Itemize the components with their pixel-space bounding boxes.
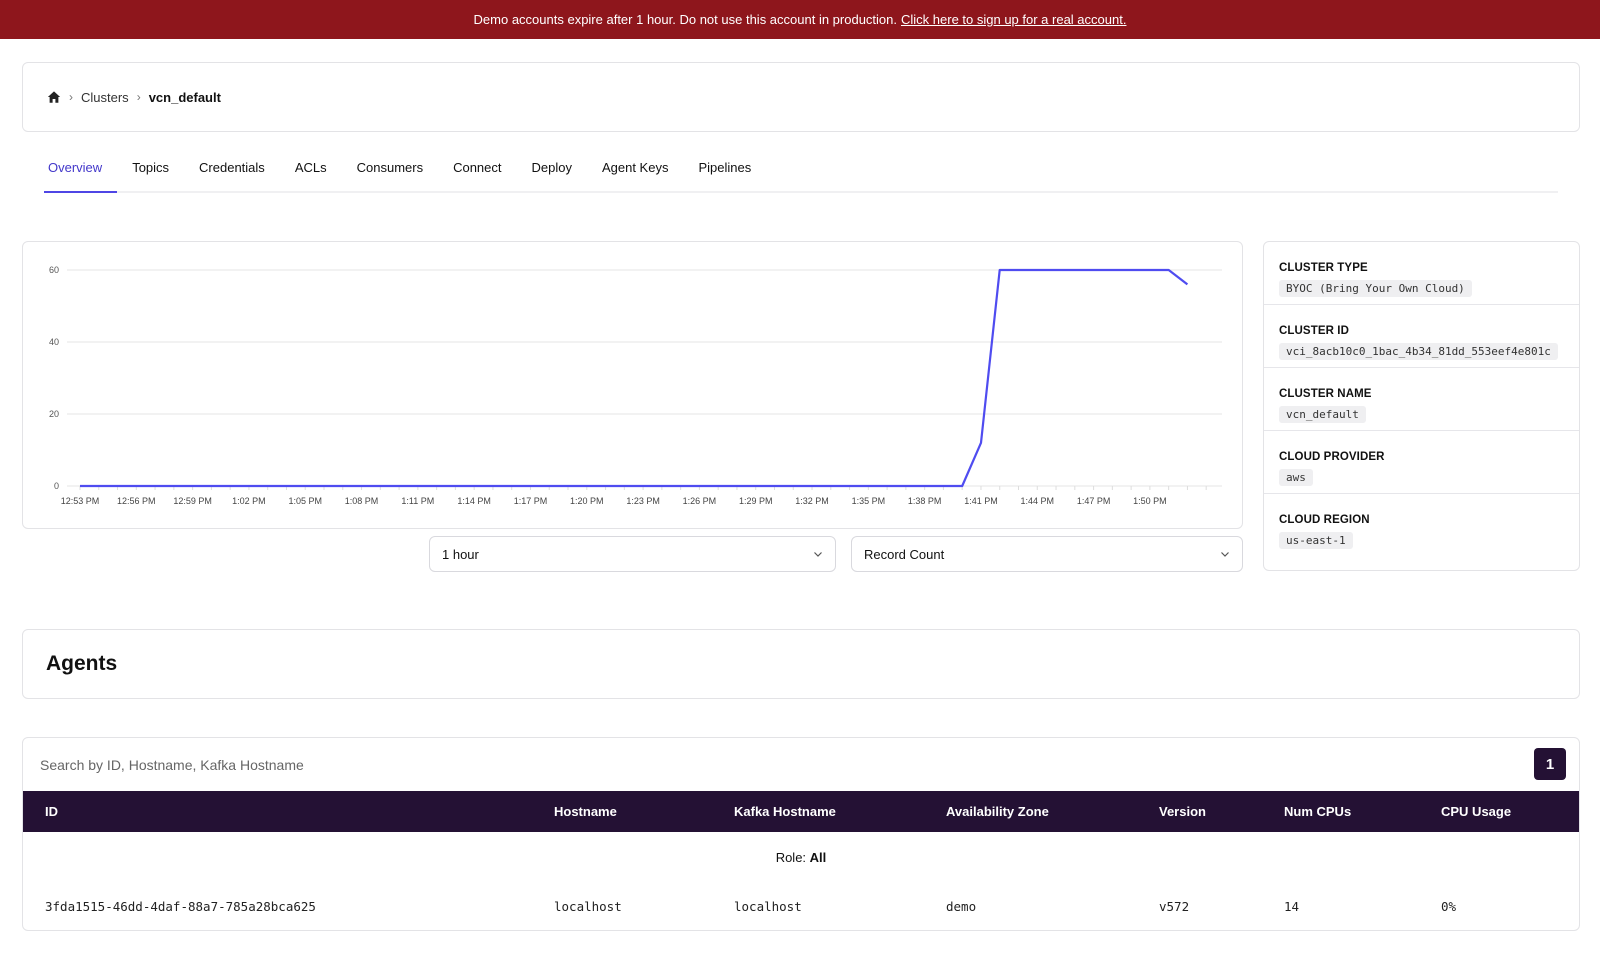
table-header: ID Hostname Kafka Hostname Availability … (23, 791, 1579, 832)
x-tick-label: 1:29 PM (739, 496, 773, 506)
x-tick-label: 1:02 PM (232, 496, 266, 506)
x-tick-label: 1:35 PM (852, 496, 886, 506)
x-tick-label: 1:17 PM (514, 496, 548, 506)
cell-hostname: localhost (554, 898, 622, 914)
cluster-name-label: CLUSTER NAME (1279, 388, 1372, 400)
tab-overview[interactable]: Overview (44, 152, 118, 193)
y-tick-label: 20 (49, 409, 59, 419)
record-count-chart: 0 20 40 60 12:53 PM 12:56 PM 12:59 PM 1:02 PM 1:… (22, 241, 1243, 529)
cluster-id-value: vci_8acb10c0_1bac_4b34_81dd_553eef4e801c (1279, 343, 1558, 360)
line-chart: 0 20 40 60 12:53 PM 12:56 PM 12:59 PM 1:02 PM 1:… (49, 265, 1222, 506)
chevron-down-icon (1221, 552, 1229, 557)
y-tick-label: 0 (54, 481, 59, 491)
cloud-region-value: us-east-1 (1279, 532, 1353, 549)
page-button-1[interactable]: 1 (1534, 748, 1566, 780)
chevron-right-icon: › (69, 90, 73, 104)
cell-num-cpus: 14 (1284, 898, 1300, 914)
x-tick-label: 1:14 PM (457, 496, 491, 506)
chevron-down-icon (814, 552, 822, 557)
agents-search-input[interactable] (23, 738, 1483, 791)
chevron-right-icon: › (136, 90, 141, 104)
cell-version: v572 (1159, 898, 1190, 914)
column-header-num-cpus[interactable]: Num CPUs (1284, 791, 1351, 832)
metric-value: Record Count (864, 546, 945, 562)
agents-table: 1 ID Hostname Kafka Hostname Availabilit… (22, 737, 1580, 931)
time-range-value: 1 hour (442, 546, 479, 562)
cluster-type-value: BYOC (Bring Your Own Cloud) (1279, 280, 1472, 297)
x-tick-label: 1:20 PM (570, 496, 604, 506)
agents-title: Agents (46, 652, 118, 675)
table-row[interactable]: 3fda1515-46dd-4daf-88a7-785a28bca625 loc… (23, 882, 1579, 930)
metric-select[interactable]: Record Count (851, 536, 1243, 572)
role-group-row: Role: All (23, 832, 1579, 882)
series-line-record-count (80, 268, 1189, 488)
tab-connect[interactable]: Connect (449, 152, 516, 193)
x-tick-label: 12:59 PM (173, 496, 212, 506)
tab-acls[interactable]: ACLs (291, 152, 342, 193)
banner-text: Demo accounts expire after 1 hour. Do no… (473, 12, 897, 27)
cloud-provider-label: CLOUD PROVIDER (1279, 451, 1385, 463)
cell-availability-zone: demo (946, 898, 977, 914)
demo-banner: Demo accounts expire after 1 hour. Do no… (0, 0, 1600, 39)
tab-deploy[interactable]: Deploy (528, 152, 587, 193)
cell-cpu-usage: 0% (1441, 898, 1457, 914)
x-tick-label: 1:05 PM (288, 496, 322, 506)
y-tick-label: 60 (49, 265, 59, 275)
tab-pipelines[interactable]: Pipelines (694, 152, 766, 193)
signup-link[interactable]: Click here to sign up for a real account… (901, 12, 1126, 27)
y-tick-label: 40 (49, 337, 59, 347)
agents-header: Agents (22, 629, 1580, 699)
column-header-availability-zone[interactable]: Availability Zone (946, 791, 1049, 832)
cloud-region-row: CLOUD REGION us-east-1 (1264, 494, 1579, 557)
column-header-version[interactable]: Version (1159, 791, 1206, 832)
cluster-info-panel: CLUSTER TYPE BYOC (Bring Your Own Cloud)… (1263, 241, 1580, 571)
x-tick-label: 12:53 PM (61, 496, 100, 506)
cluster-id-row: CLUSTER ID vci_8acb10c0_1bac_4b34_81dd_5… (1264, 305, 1579, 368)
x-tick-label: 1:26 PM (683, 496, 717, 506)
column-header-cpu-usage[interactable]: CPU Usage (1441, 791, 1511, 832)
x-tick-label: 1:38 PM (908, 496, 942, 506)
column-header-id[interactable]: ID (45, 791, 58, 832)
breadcrumb-clusters[interactable]: Clusters (81, 90, 129, 105)
x-tick-label: 1:23 PM (626, 496, 660, 506)
time-range-select[interactable]: 1 hour (429, 536, 836, 572)
cluster-id-label: CLUSTER ID (1279, 325, 1349, 337)
tab-credentials[interactable]: Credentials (195, 152, 280, 193)
cell-kafka-hostname: localhost (734, 898, 802, 914)
tab-agent-keys[interactable]: Agent Keys (598, 152, 684, 193)
cluster-name-row: CLUSTER NAME vcn_default (1264, 368, 1579, 431)
cluster-name-value: vcn_default (1279, 406, 1366, 423)
cloud-provider-row: CLOUD PROVIDER aws (1264, 431, 1579, 494)
tab-topics[interactable]: Topics (128, 152, 184, 193)
column-header-kafka-hostname[interactable]: Kafka Hostname (734, 791, 836, 832)
tab-consumers[interactable]: Consumers (353, 152, 438, 193)
x-tick-label: 1:08 PM (345, 496, 379, 506)
x-tick-label: 1:11 PM (401, 496, 434, 506)
column-header-hostname[interactable]: Hostname (554, 791, 617, 832)
home-icon[interactable] (47, 90, 61, 104)
x-tick-label: 1:44 PM (1021, 496, 1055, 506)
x-tick-label: 1:32 PM (795, 496, 829, 506)
role-value: All (809, 849, 827, 865)
x-tick-label: 1:50 PM (1133, 496, 1167, 506)
x-tick-label: 1:47 PM (1077, 496, 1111, 506)
cloud-region-label: CLOUD REGION (1279, 514, 1370, 526)
breadcrumb-current: vcn_default (148, 89, 221, 105)
x-tick-label: 12:56 PM (117, 496, 156, 506)
cell-id: 3fda1515-46dd-4daf-88a7-785a28bca625 (45, 898, 316, 914)
breadcrumb: › Clusters › vcn_default (22, 62, 1580, 132)
cluster-type-row: CLUSTER TYPE BYOC (Bring Your Own Cloud) (1264, 242, 1579, 305)
tab-bar: Overview Topics Credentials ACLs Consume… (44, 152, 1558, 193)
cluster-type-label: CLUSTER TYPE (1279, 262, 1368, 274)
cloud-provider-value: aws (1279, 469, 1313, 486)
role-label: Role: (775, 849, 807, 865)
x-tick-label: 1:41 PM (964, 496, 998, 506)
